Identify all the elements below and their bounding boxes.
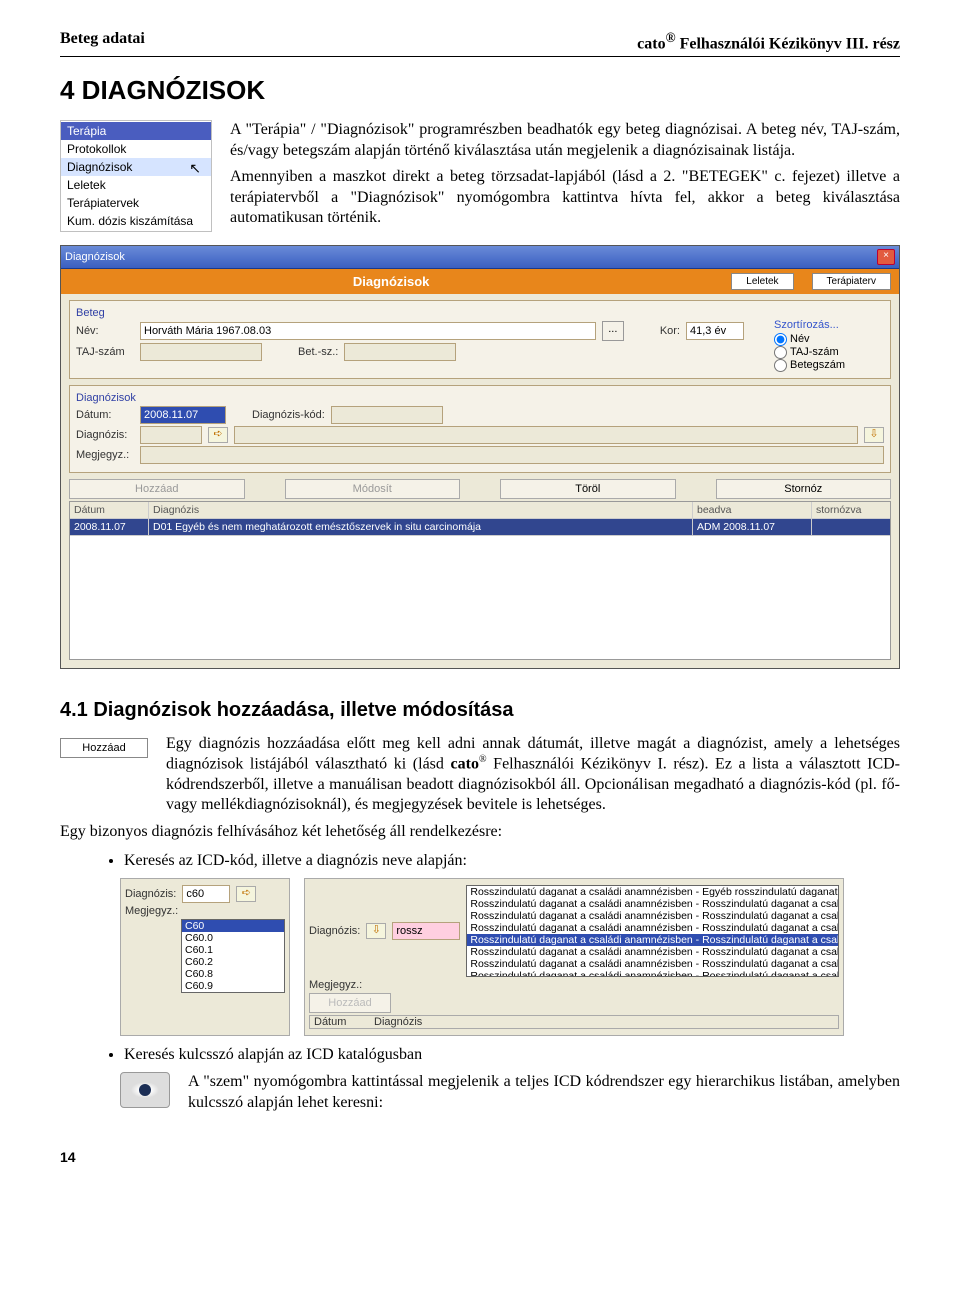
th-storn: stornózva	[812, 502, 890, 518]
sb-th-diag: Diagnózis	[374, 1016, 422, 1028]
menu-item-leletek[interactable]: Leletek	[61, 176, 211, 194]
diagnosis-text-field[interactable]	[234, 426, 858, 444]
sort-panel: Szortírozás... Név TAJ-szám Betegszám	[774, 319, 884, 372]
nav-menu-screenshot: Terápia Protokollok Diagnózisok ↖ Lelete…	[60, 120, 212, 232]
page-header: Beteg adatai cato® Felhasználói Kéziköny…	[60, 30, 900, 57]
th-beadva: beadva	[693, 502, 812, 518]
age-label: Kor:	[660, 325, 680, 337]
menu-item-terapiatervek[interactable]: Terápiatervek	[61, 194, 211, 212]
menu-item-diagnozisok[interactable]: Diagnózisok ↖	[61, 158, 211, 176]
diagcode-label: Diagnózis-kód:	[252, 409, 325, 421]
sa-megj-label: Megjegyz.:	[125, 905, 178, 917]
paragraph-1: A "Terápia" / "Diagnózisok" programrészb…	[230, 120, 900, 161]
subheading-41: 4.1 Diagnózisok hozzáadása, illetve módo…	[60, 699, 900, 722]
leletek-button[interactable]: Leletek	[731, 273, 793, 290]
sort-label: Szortírozás...	[774, 319, 884, 331]
sb-diag-field[interactable]: rossz	[392, 922, 460, 940]
menu-item-terapia[interactable]: Terápia	[61, 122, 211, 140]
paragraph-41-main: Egy diagnózis hozzáadása előtt meg kell …	[166, 734, 900, 816]
window-titlebar: Diagnózisok ×	[61, 246, 899, 269]
eye-paragraph: A "szem" nyomógombra kattintással megjel…	[188, 1072, 900, 1113]
diagnosis-entry-panel: Diagnózisok Dátum: 2008.11.07 Diagnózis-…	[69, 385, 891, 473]
close-icon[interactable]: ×	[877, 249, 895, 265]
betsz-label: Bet.-sz.:	[298, 346, 338, 358]
terapiaterv-button[interactable]: Terápiaterv	[812, 273, 891, 290]
paragraph-41-2: Egy bizonyos diagnózis felhívásához két …	[60, 822, 900, 842]
sb-diag-label: Diagnózis:	[309, 925, 360, 937]
th-date: Dátum	[70, 502, 149, 518]
diag-panel-label: Diagnózisok	[76, 392, 884, 404]
diagnoses-window-screenshot: Diagnózisok × Diagnózisok Leletek Terápi…	[60, 245, 900, 669]
taj-field[interactable]	[140, 343, 262, 361]
diagnosis-code-field[interactable]	[140, 426, 202, 444]
add-button[interactable]: Hozzáad	[69, 479, 245, 499]
search-by-code-shot: Diagnózis: c60 ➪ Megjegyz.: C60 C60.0 C6…	[120, 878, 290, 1036]
search-by-keyword-shot: Diagnózis: ⇩ rossz Rosszindulatú daganat…	[304, 878, 844, 1036]
name-lookup-button[interactable]: ...	[602, 321, 624, 341]
note-field[interactable]	[140, 446, 884, 464]
name-label: Név:	[76, 325, 134, 337]
arrow-right-icon[interactable]: ➪	[236, 886, 256, 902]
table-row[interactable]: 2008.11.07 D01 Egyéb és nem meghatározot…	[70, 519, 890, 536]
menu-item-kum-dozis[interactable]: Kum. dózis kiszámítása	[61, 212, 211, 230]
age-field: 41,3 év	[686, 322, 744, 340]
sb-th-date: Dátum	[310, 1016, 368, 1028]
delete-button[interactable]: Töröl	[500, 479, 676, 499]
sa-diag-field[interactable]: c60	[182, 885, 230, 903]
date-label: Dátum:	[76, 409, 134, 421]
search-screenshots: Diagnózis: c60 ➪ Megjegyz.: C60 C60.0 C6…	[120, 878, 900, 1036]
diagnosis-table: Dátum Diagnózis beadva stornózva 2008.11…	[69, 501, 891, 660]
arrow-right-icon[interactable]: ➪	[208, 427, 228, 443]
header-bar-title: Diagnózisok	[69, 274, 713, 289]
date-field[interactable]: 2008.11.07	[140, 406, 226, 424]
sort-radio-betegszam[interactable]: Betegszám	[774, 359, 884, 372]
bullet-1: Keresés az ICD-kód, illetve a diagnózis …	[124, 852, 900, 870]
bullet-2: Keresés kulcsszó alapján az ICD katalógu…	[124, 1046, 900, 1064]
betsz-field[interactable]	[344, 343, 456, 361]
cursor-icon: ↖	[189, 160, 201, 177]
modify-button[interactable]: Módosít	[285, 479, 461, 499]
note-label: Megjegyz.:	[76, 449, 134, 461]
hozzaad-button-image[interactable]: Hozzáad	[60, 738, 148, 758]
sort-radio-name[interactable]: Név	[774, 333, 884, 346]
name-field[interactable]: Horváth Mária 1967.08.03	[140, 322, 596, 340]
paragraph-2: Amennyiben a maszkot direkt a beteg törz…	[230, 167, 900, 228]
menu-item-protokollok[interactable]: Protokollok	[61, 140, 211, 158]
sb-megj-label: Megjegyz.:	[309, 979, 362, 991]
header-left: Beteg adatai	[60, 30, 145, 53]
cancel-button[interactable]: Stornóz	[716, 479, 892, 499]
patient-panel: Beteg Név: Horváth Mária 1967.08.03 ... …	[69, 300, 891, 379]
header-right: cato® Felhasználói Kézikönyv III. rész	[637, 30, 900, 53]
sb-hozzaad-button[interactable]: Hozzáad	[309, 993, 391, 1013]
window-title: Diagnózisok	[65, 251, 125, 263]
taj-label: TAJ-szám	[76, 346, 134, 358]
patient-panel-label: Beteg	[76, 307, 884, 319]
diagnosis-label: Diagnózis:	[76, 429, 134, 441]
arrow-down-icon[interactable]: ⇩	[864, 427, 884, 443]
eye-icon[interactable]	[120, 1072, 170, 1108]
sb-dropdown[interactable]: Rosszindulatú daganat a családi anamnézi…	[466, 885, 839, 977]
th-diag: Diagnózis	[149, 502, 693, 518]
heading-diagnoses: 4 DIAGNÓZISOK	[60, 75, 900, 106]
sort-radio-taj[interactable]: TAJ-szám	[774, 346, 884, 359]
sa-diag-label: Diagnózis:	[125, 888, 176, 900]
header-bar: Diagnózisok Leletek Terápiaterv	[61, 269, 899, 294]
page-number: 14	[60, 1149, 900, 1165]
sa-dropdown[interactable]: C60 C60.0 C60.1 C60.2 C60.8 C60.9	[181, 919, 285, 993]
arrow-down-icon[interactable]: ⇩	[366, 923, 386, 939]
diagcode-field[interactable]	[331, 406, 443, 424]
